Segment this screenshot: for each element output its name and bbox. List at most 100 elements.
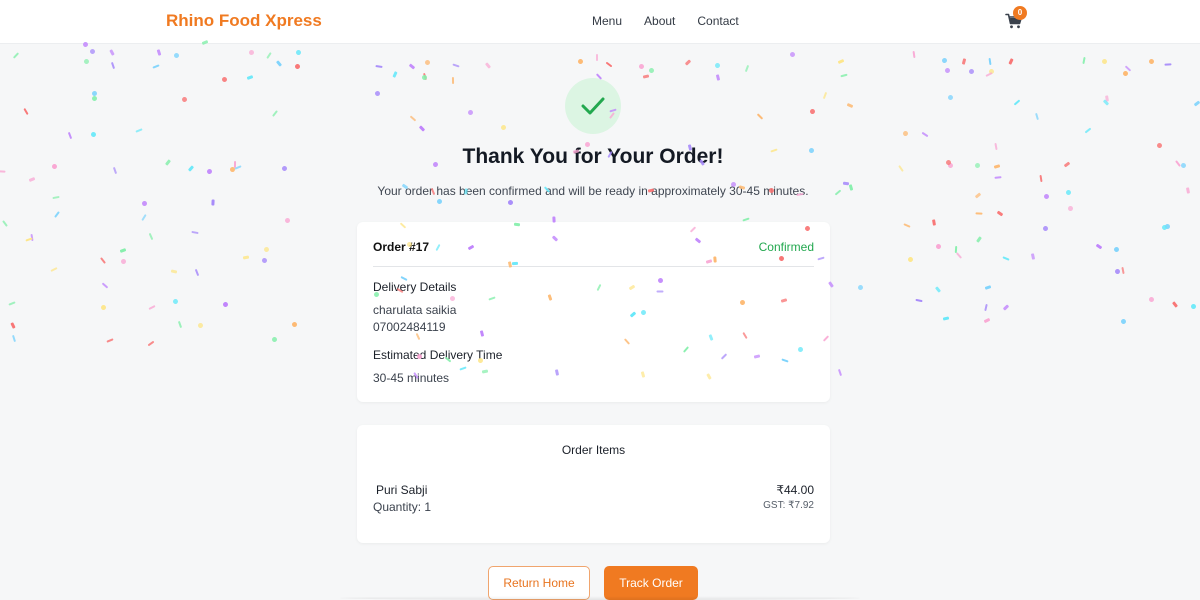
confetti-piece — [10, 322, 16, 329]
nav-link-about[interactable]: About — [644, 14, 675, 28]
confetti-piece — [1082, 57, 1086, 65]
confetti-piece — [1100, 58, 1108, 66]
confetti-piece — [1039, 175, 1043, 183]
confetti-piece — [8, 301, 16, 306]
confetti-piece — [1124, 65, 1132, 72]
nav-link-menu[interactable]: Menu — [592, 14, 622, 28]
confetti-piece — [30, 234, 34, 242]
confetti-piece — [1103, 99, 1110, 107]
order-header: Order #17 Confirmed — [373, 222, 814, 267]
order-number: Order #17 — [373, 240, 430, 254]
confetti-piece — [988, 57, 992, 66]
confetti-piece — [436, 198, 443, 205]
confetti-piece — [49, 267, 58, 273]
confetti-piece — [467, 108, 475, 116]
confetti-piece — [173, 52, 180, 59]
confetti-piece — [1161, 224, 1168, 231]
confetti-piece — [22, 108, 29, 116]
confetti-piece — [956, 251, 963, 259]
confetti-piece — [409, 115, 416, 122]
track-order-button[interactable]: Track Order — [604, 566, 698, 600]
order-details-card: Order #17 Confirmed Delivery Details cha… — [357, 222, 830, 402]
confetti-piece — [1085, 127, 1092, 134]
confetti-piece — [846, 103, 854, 109]
item-gst: GST: ₹7.92 — [763, 500, 814, 511]
confetti-piece — [941, 57, 949, 64]
confetti-piece — [944, 67, 951, 74]
confirmation-message: Your order has been confirmed and will b… — [377, 184, 809, 198]
footer-shadow — [340, 596, 860, 600]
confetti-piece — [119, 248, 127, 254]
cart-count-badge: 0 — [1013, 6, 1027, 20]
item-price: ₹44.00 — [776, 483, 814, 497]
confetti-piece — [934, 286, 941, 293]
confetti-piece — [246, 75, 254, 81]
confetti-piece — [994, 176, 1002, 180]
confetti-piece — [90, 94, 98, 102]
confetti-piece — [935, 243, 943, 251]
confetti-piece — [912, 51, 916, 59]
confetti-piece — [1104, 95, 1109, 102]
customer-phone: 07002484119 — [373, 320, 446, 334]
confetti-piece — [1164, 223, 1171, 229]
confetti-piece — [822, 91, 828, 99]
confetti-piece — [290, 320, 298, 328]
confetti-piece — [89, 131, 97, 138]
confetti-piece — [946, 93, 954, 101]
confetti-piece — [684, 59, 691, 66]
confetti-piece — [108, 49, 115, 57]
page-title: Thank You for Your Order! — [462, 145, 724, 168]
confetti-piece — [648, 67, 656, 75]
return-home-button[interactable]: Return Home — [488, 566, 590, 600]
confetti-piece — [110, 61, 115, 69]
confetti-piece — [191, 231, 199, 235]
confetti-piece — [452, 63, 460, 68]
confetti-piece — [789, 51, 796, 58]
confetti-piece — [1002, 303, 1010, 311]
item-quantity: Quantity: 1 — [373, 500, 432, 514]
confetti-piece — [1164, 62, 1172, 66]
confetti-piece — [984, 285, 992, 291]
confetti-piece — [28, 176, 36, 182]
confetti-piece — [148, 304, 156, 310]
confetti-piece — [605, 61, 613, 68]
confetti-piece — [152, 64, 160, 69]
confetti-piece — [25, 237, 33, 242]
confetti-piece — [1172, 300, 1179, 308]
confetti-piece — [172, 298, 180, 306]
confetti-piece — [374, 90, 381, 97]
confetti-piece — [1095, 243, 1102, 250]
confetti-piece — [500, 124, 508, 132]
confetti-piece — [715, 74, 720, 82]
confetti-piece — [67, 131, 72, 139]
nav-link-contact[interactable]: Contact — [697, 14, 738, 28]
confetti-piece — [577, 59, 583, 65]
confetti-piece — [1113, 246, 1120, 253]
confetti-piece — [744, 65, 749, 73]
confetti-piece — [424, 59, 431, 66]
brand-logo-link[interactable]: Rhino Food Xpress — [166, 11, 322, 31]
confetti-piece — [1147, 57, 1155, 65]
confetti-piece — [242, 255, 250, 260]
confetti-piece — [985, 71, 993, 77]
confetti-piece — [1114, 268, 1122, 276]
confetti-piece — [181, 95, 189, 103]
confetti-piece — [837, 59, 845, 65]
confetti-piece — [12, 52, 19, 59]
confetti-piece — [100, 257, 107, 265]
confetti-piece — [1122, 70, 1129, 76]
confetti-piece — [375, 64, 383, 68]
confetti-piece — [809, 107, 817, 115]
customer-name: charulata saikia — [373, 303, 457, 317]
confetti-piece — [249, 50, 255, 56]
confetti-piece — [1042, 226, 1049, 232]
confetti-piece — [954, 246, 958, 254]
confetti-piece — [408, 63, 416, 70]
order-status-badge: Confirmed — [758, 240, 814, 254]
confetti-piece — [197, 322, 204, 329]
confetti-piece — [170, 268, 178, 274]
confetti-piece — [211, 199, 215, 206]
confetti-piece — [266, 52, 272, 60]
confetti-piece — [996, 210, 1004, 217]
confetti-piece — [135, 128, 143, 133]
